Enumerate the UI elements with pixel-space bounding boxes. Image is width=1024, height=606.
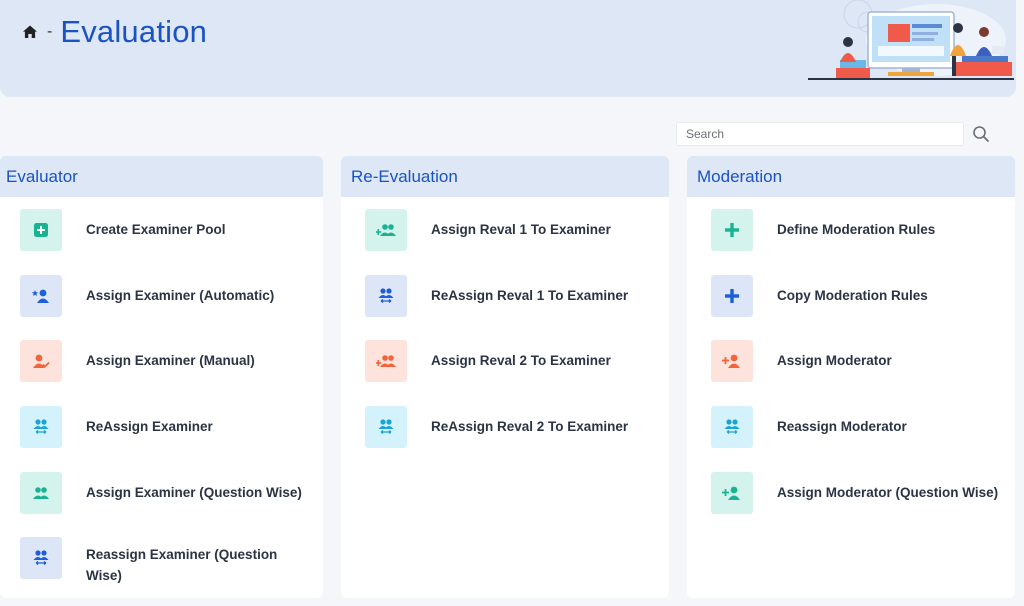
menu-item-label: ReAssign Reval 2 To Examiner [431, 419, 629, 434]
plus-icon [711, 209, 753, 251]
user-star-icon [20, 275, 62, 317]
menu-item-copy-moderation-rules[interactable]: Copy Moderation Rules [711, 275, 997, 317]
menu-item-assign-moderator[interactable]: Assign Moderator [711, 340, 997, 382]
menu-item-label: ReAssign Examiner [86, 419, 213, 434]
menu-item-label: Reassign Examiner (Question Wise) [86, 547, 278, 583]
user-check-icon [20, 340, 62, 382]
menu-item-assign-examiner-question-wise[interactable]: Assign Examiner (Question Wise) [20, 472, 306, 514]
menu-item-label: Reassign Moderator [777, 419, 907, 434]
menu-item-reassign-reval-1[interactable]: ReAssign Reval 1 To Examiner [365, 275, 651, 317]
card-title: Moderation [687, 156, 1015, 197]
menu-item-label: ReAssign Reval 1 To Examiner [431, 288, 629, 303]
users-plus-icon [365, 209, 407, 251]
card-moderation: Moderation Define Moderation Rules Copy … [687, 156, 1015, 598]
users-swap-icon [711, 406, 753, 448]
menu-item-create-examiner-pool[interactable]: Create Examiner Pool [20, 209, 306, 251]
menu-item-define-moderation-rules[interactable]: Define Moderation Rules [711, 209, 997, 251]
menu-item-label: Assign Reval 2 To Examiner [431, 353, 611, 368]
menu-item-assign-reval-1[interactable]: Assign Reval 1 To Examiner [365, 209, 651, 251]
user-plus-icon [711, 340, 753, 382]
menu-item-label: Assign Examiner (Question Wise) [86, 485, 302, 500]
plus-icon [711, 275, 753, 317]
menu-item-reassign-examiner[interactable]: ReAssign Examiner [20, 406, 306, 448]
users-swap-icon [20, 537, 62, 579]
users-icon [20, 472, 62, 514]
users-swap-icon [365, 275, 407, 317]
menu-item-label: Assign Examiner (Automatic) [86, 288, 275, 303]
menu-item-assign-reval-2[interactable]: Assign Reval 2 To Examiner [365, 340, 651, 382]
plus-square-icon [20, 209, 62, 251]
menu-item-assign-examiner-automatic[interactable]: Assign Examiner (Automatic) [20, 275, 306, 317]
menu-item-label: Assign Moderator [777, 353, 892, 368]
menu-item-label: Assign Reval 1 To Examiner [431, 222, 611, 237]
menu-item-reassign-examiner-question-wise[interactable]: Reassign Examiner (Question Wise) [20, 537, 286, 583]
search-icon[interactable] [966, 122, 996, 146]
menu-item-reassign-moderator[interactable]: Reassign Moderator [711, 406, 997, 448]
page-header: - Evaluation [0, 0, 1016, 97]
menu-item-reassign-reval-2[interactable]: ReAssign Reval 2 To Examiner [365, 406, 651, 448]
menu-item-label: Assign Moderator (Question Wise) [777, 485, 999, 500]
menu-item-label: Create Examiner Pool [86, 222, 226, 237]
users-swap-icon [365, 406, 407, 448]
menu-item-assign-moderator-question-wise[interactable]: Assign Moderator (Question Wise) [711, 472, 1007, 514]
card-title: Re-Evaluation [341, 156, 669, 197]
breadcrumb: - Evaluation [22, 14, 207, 50]
menu-item-label: Define Moderation Rules [777, 222, 936, 237]
card-evaluator: Evaluator Create Examiner Pool Assign Ex… [0, 156, 323, 598]
card-title: Evaluator [0, 156, 323, 197]
search-bar [676, 122, 996, 146]
user-plus-icon [711, 472, 753, 514]
users-plus-icon [365, 340, 407, 382]
menu-item-label: Assign Examiner (Manual) [86, 353, 255, 368]
search-input[interactable] [676, 122, 964, 146]
menu-item-label: Copy Moderation Rules [777, 288, 928, 303]
home-icon[interactable] [22, 24, 38, 40]
breadcrumb-separator: - [47, 23, 53, 40]
menu-item-assign-examiner-manual[interactable]: Assign Examiner (Manual) [20, 340, 306, 382]
users-swap-icon [20, 406, 62, 448]
card-re-evaluation: Re-Evaluation Assign Reval 1 To Examiner… [341, 156, 669, 598]
people-computer-illustration [808, 0, 1014, 80]
page-title: Evaluation [60, 14, 208, 49]
